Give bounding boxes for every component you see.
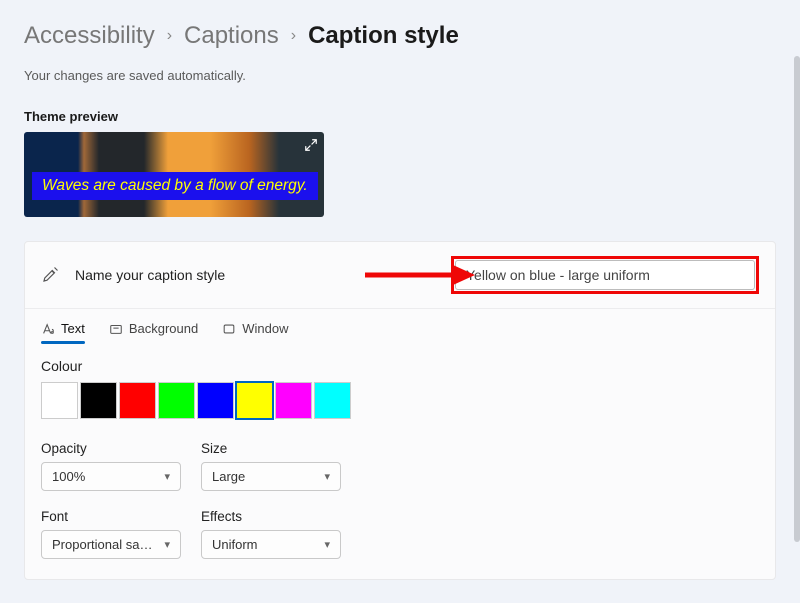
breadcrumb: Accessibility › Captions › Caption style bbox=[24, 22, 776, 50]
name-input-highlight bbox=[451, 256, 759, 294]
font-value: Proportional san... bbox=[52, 537, 157, 552]
chevron-down-icon: ▾ bbox=[324, 470, 330, 483]
size-dropdown[interactable]: Large ▾ bbox=[201, 462, 341, 491]
colour-swatch-row bbox=[41, 382, 759, 419]
theme-preview-label: Theme preview bbox=[24, 109, 776, 124]
theme-preview[interactable]: Waves are caused by a flow of energy. bbox=[24, 132, 324, 217]
background-icon bbox=[109, 322, 123, 336]
text-section: Colour Opacity 100% ▾ Size Large ▾ bbox=[25, 344, 775, 579]
effects-value: Uniform bbox=[212, 537, 258, 552]
chevron-down-icon: ▾ bbox=[164, 538, 170, 551]
colour-swatch-3[interactable] bbox=[158, 382, 195, 419]
effects-label: Effects bbox=[201, 509, 341, 524]
autosave-note: Your changes are saved automatically. bbox=[24, 68, 776, 83]
breadcrumb-accessibility[interactable]: Accessibility bbox=[24, 22, 155, 50]
tab-text[interactable]: Text bbox=[41, 321, 85, 344]
size-label: Size bbox=[201, 441, 341, 456]
caption-style-panel: Name your caption style Text Backgrou bbox=[24, 241, 776, 580]
font-label: Font bbox=[41, 509, 181, 524]
chevron-down-icon: ▾ bbox=[324, 538, 330, 551]
font-dropdown[interactable]: Proportional san... ▾ bbox=[41, 530, 181, 559]
chevron-right-icon: › bbox=[291, 27, 296, 45]
edit-style-icon bbox=[41, 266, 59, 284]
colour-swatch-6[interactable] bbox=[275, 382, 312, 419]
opacity-dropdown[interactable]: 100% ▾ bbox=[41, 462, 181, 491]
tab-label: Background bbox=[129, 321, 198, 336]
text-icon bbox=[41, 322, 55, 336]
opacity-label: Opacity bbox=[41, 441, 181, 456]
name-row: Name your caption style bbox=[25, 242, 775, 309]
name-prompt: Name your caption style bbox=[75, 267, 225, 283]
chevron-right-icon: › bbox=[167, 27, 172, 45]
colour-swatch-0[interactable] bbox=[41, 382, 78, 419]
style-tabs: Text Background Window bbox=[25, 309, 775, 344]
preview-caption-text: Waves are caused by a flow of energy. bbox=[32, 172, 318, 200]
opacity-value: 100% bbox=[52, 469, 85, 484]
colour-label: Colour bbox=[41, 358, 759, 374]
vertical-scrollbar[interactable] bbox=[794, 56, 800, 542]
breadcrumb-captions[interactable]: Captions bbox=[184, 22, 279, 50]
window-icon bbox=[222, 322, 236, 336]
caption-style-name-input[interactable] bbox=[455, 260, 755, 290]
breadcrumb-caption-style: Caption style bbox=[308, 22, 459, 50]
colour-swatch-5[interactable] bbox=[236, 382, 273, 419]
size-value: Large bbox=[212, 469, 245, 484]
expand-icon[interactable] bbox=[304, 138, 318, 155]
tab-background[interactable]: Background bbox=[109, 321, 198, 344]
tab-label: Text bbox=[61, 321, 85, 336]
effects-dropdown[interactable]: Uniform ▾ bbox=[201, 530, 341, 559]
colour-swatch-4[interactable] bbox=[197, 382, 234, 419]
colour-swatch-2[interactable] bbox=[119, 382, 156, 419]
chevron-down-icon: ▾ bbox=[164, 470, 170, 483]
colour-swatch-7[interactable] bbox=[314, 382, 351, 419]
tab-label: Window bbox=[242, 321, 288, 336]
tab-window[interactable]: Window bbox=[222, 321, 288, 344]
colour-swatch-1[interactable] bbox=[80, 382, 117, 419]
